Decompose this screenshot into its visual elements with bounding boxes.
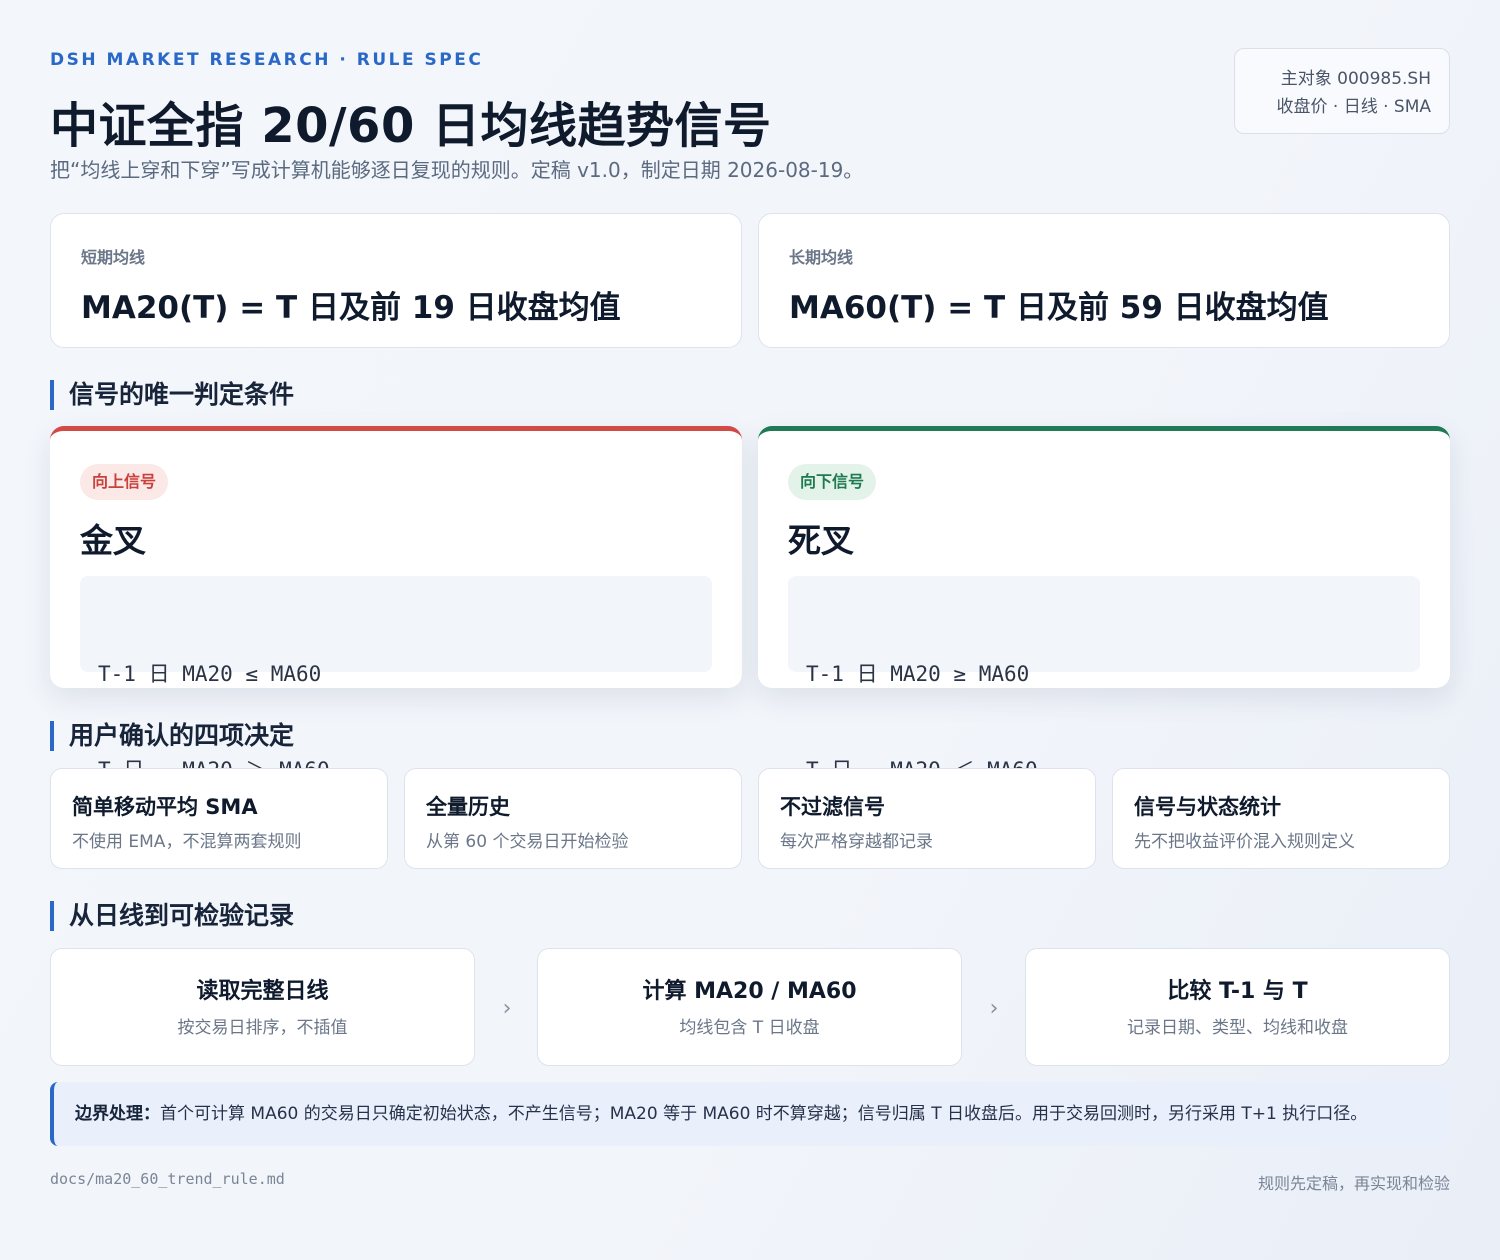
formula-text: MA60(T) = T 日及前 59 日收盘均值 <box>789 290 1329 326</box>
decision-card: 不过滤信号 每次严格穿越都记录 <box>758 768 1096 869</box>
section-heading-decisions: 用户确认的四项决定 <box>50 721 294 751</box>
decision-title: 信号与状态统计 <box>1134 795 1281 819</box>
page-title: 中证全指 20/60 日均线趋势信号 <box>50 98 772 154</box>
boundary-note: 边界处理：首个可计算 MA60 的交易日只确定初始状态，不产生信号；MA20 等… <box>50 1082 1450 1146</box>
signal-badge-down: 向下信号 <box>788 464 877 500</box>
decision-card: 信号与状态统计 先不把收益评价混入规则定义 <box>1112 768 1450 869</box>
flow-step-title: 比较 T-1 与 T <box>1167 979 1308 1004</box>
decision-title: 简单移动平均 SMA <box>72 795 258 819</box>
formula-card-ma20: 短期均线 MA20(T) = T 日及前 19 日收盘均值 <box>50 213 742 348</box>
section-heading-flow: 从日线到可检验记录 <box>50 901 294 931</box>
flow-step-desc: 按交易日排序，不插值 <box>177 1018 348 1038</box>
condition-line-prev: T-1 日 MA20 ≤ MA60 <box>98 662 322 686</box>
decision-desc: 每次严格穿越都记录 <box>780 832 933 852</box>
signal-name: 死叉 <box>788 521 854 560</box>
formula-card-ma60: 长期均线 MA60(T) = T 日及前 59 日收盘均值 <box>758 213 1450 348</box>
formula-label: 短期均线 <box>81 248 146 267</box>
flow-step-compare: 比较 T-1 与 T 记录日期、类型、均线和收盘 <box>1025 948 1450 1066</box>
kicker: DSH MARKET RESEARCH · RULE SPEC <box>50 50 484 70</box>
decision-desc: 先不把收益评价混入规则定义 <box>1134 832 1355 852</box>
flow-step-title: 读取完整日线 <box>196 979 329 1004</box>
flow-step-read: 读取完整日线 按交易日排序，不插值 <box>50 948 475 1066</box>
flow-step-desc: 均线包含 T 日收盘 <box>679 1018 820 1038</box>
signal-card-golden-cross: 向上信号 金叉 T-1 日 MA20 ≤ MA60 T 日 MA20 ＞ MA6… <box>50 426 742 782</box>
decision-desc: 从第 60 个交易日开始检验 <box>426 832 629 852</box>
formula-text: MA20(T) = T 日及前 19 日收盘均值 <box>81 290 621 326</box>
condition-line-prev: T-1 日 MA20 ≥ MA60 <box>806 662 1030 686</box>
subject-params: 收盘价 · 日线 · SMA <box>1276 97 1431 117</box>
formula-label: 长期均线 <box>789 248 854 267</box>
page-subtitle: 把“均线上穿和下穿”写成计算机能够逐日复现的规则。定稿 v1.0，制定日期 20… <box>50 158 864 182</box>
decision-desc: 不使用 EMA，不混算两套规则 <box>72 832 302 852</box>
signal-condition-code: T-1 日 MA20 ≥ MA60 T 日 MA20 ＜ MA60 <box>788 576 1420 782</box>
footer-file-path: docs/ma20_60_trend_rule.md <box>50 1170 285 1188</box>
signal-badge-up: 向上信号 <box>80 464 169 500</box>
flow-step-desc: 记录日期、类型、均线和收盘 <box>1127 1018 1348 1038</box>
signal-name: 金叉 <box>80 521 146 560</box>
note-label: 边界处理： <box>75 1104 160 1124</box>
note-text: 首个可计算 MA60 的交易日只确定初始状态，不产生信号；MA20 等于 MA6… <box>160 1104 1368 1124</box>
footer-tagline: 规则先定稿，再实现和检验 <box>1257 1174 1450 1193</box>
chevron-right-icon: › <box>989 996 999 1021</box>
flow-step-compute: 计算 MA20 / MA60 均线包含 T 日收盘 <box>537 948 962 1066</box>
decision-card: 全量历史 从第 60 个交易日开始检验 <box>404 768 742 869</box>
decision-card: 简单移动平均 SMA 不使用 EMA，不混算两套规则 <box>50 768 388 869</box>
section-heading-conditions: 信号的唯一判定条件 <box>50 380 294 410</box>
chevron-right-icon: › <box>502 996 512 1021</box>
subject-code: 主对象 000985.SH <box>1280 69 1431 89</box>
flow-step-title: 计算 MA20 / MA60 <box>642 979 857 1004</box>
signal-condition-code: T-1 日 MA20 ≤ MA60 T 日 MA20 ＞ MA60 <box>80 576 712 782</box>
subject-meta-box: 主对象 000985.SH 收盘价 · 日线 · SMA <box>1234 48 1450 134</box>
signal-card-death-cross: 向下信号 死叉 T-1 日 MA20 ≥ MA60 T 日 MA20 ＜ MA6… <box>758 426 1450 782</box>
decision-title: 全量历史 <box>426 795 510 819</box>
decision-title: 不过滤信号 <box>780 795 885 819</box>
